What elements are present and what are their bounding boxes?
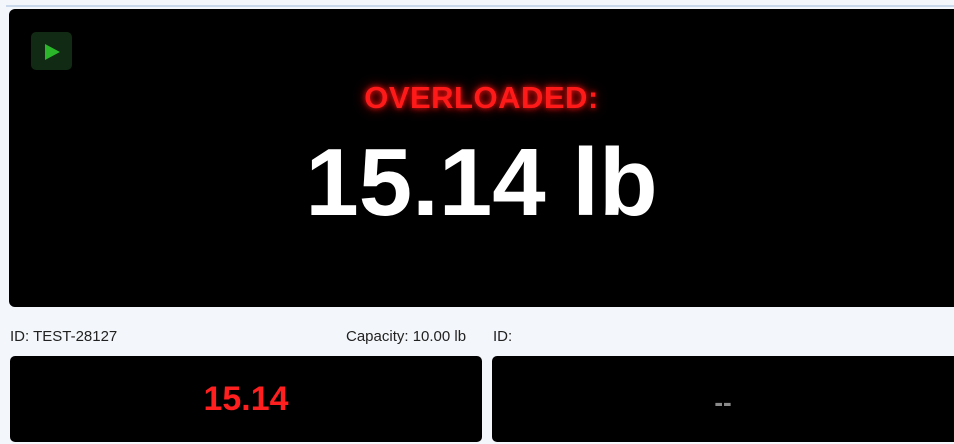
- scale-right-value: --: [714, 386, 732, 417]
- scale-left-value: 15.14: [203, 379, 289, 418]
- play-button[interactable]: [31, 32, 72, 70]
- main-weight-reading: 15.14 lb: [305, 129, 658, 236]
- scale-right-id: ID:: [493, 328, 513, 345]
- scale-left-capacity: Capacity: 10.00 lb: [346, 328, 467, 345]
- main-display-panel: OVERLOADED: 15.14 lb: [9, 9, 954, 307]
- scale-left-panel: 15.14: [10, 356, 482, 442]
- scale-right-panel: --: [492, 356, 954, 442]
- scale-left-id: ID: TEST-28127: [10, 328, 118, 345]
- overload-status-label: OVERLOADED:: [364, 80, 599, 115]
- play-icon: [45, 44, 60, 60]
- top-border: [6, 5, 954, 7]
